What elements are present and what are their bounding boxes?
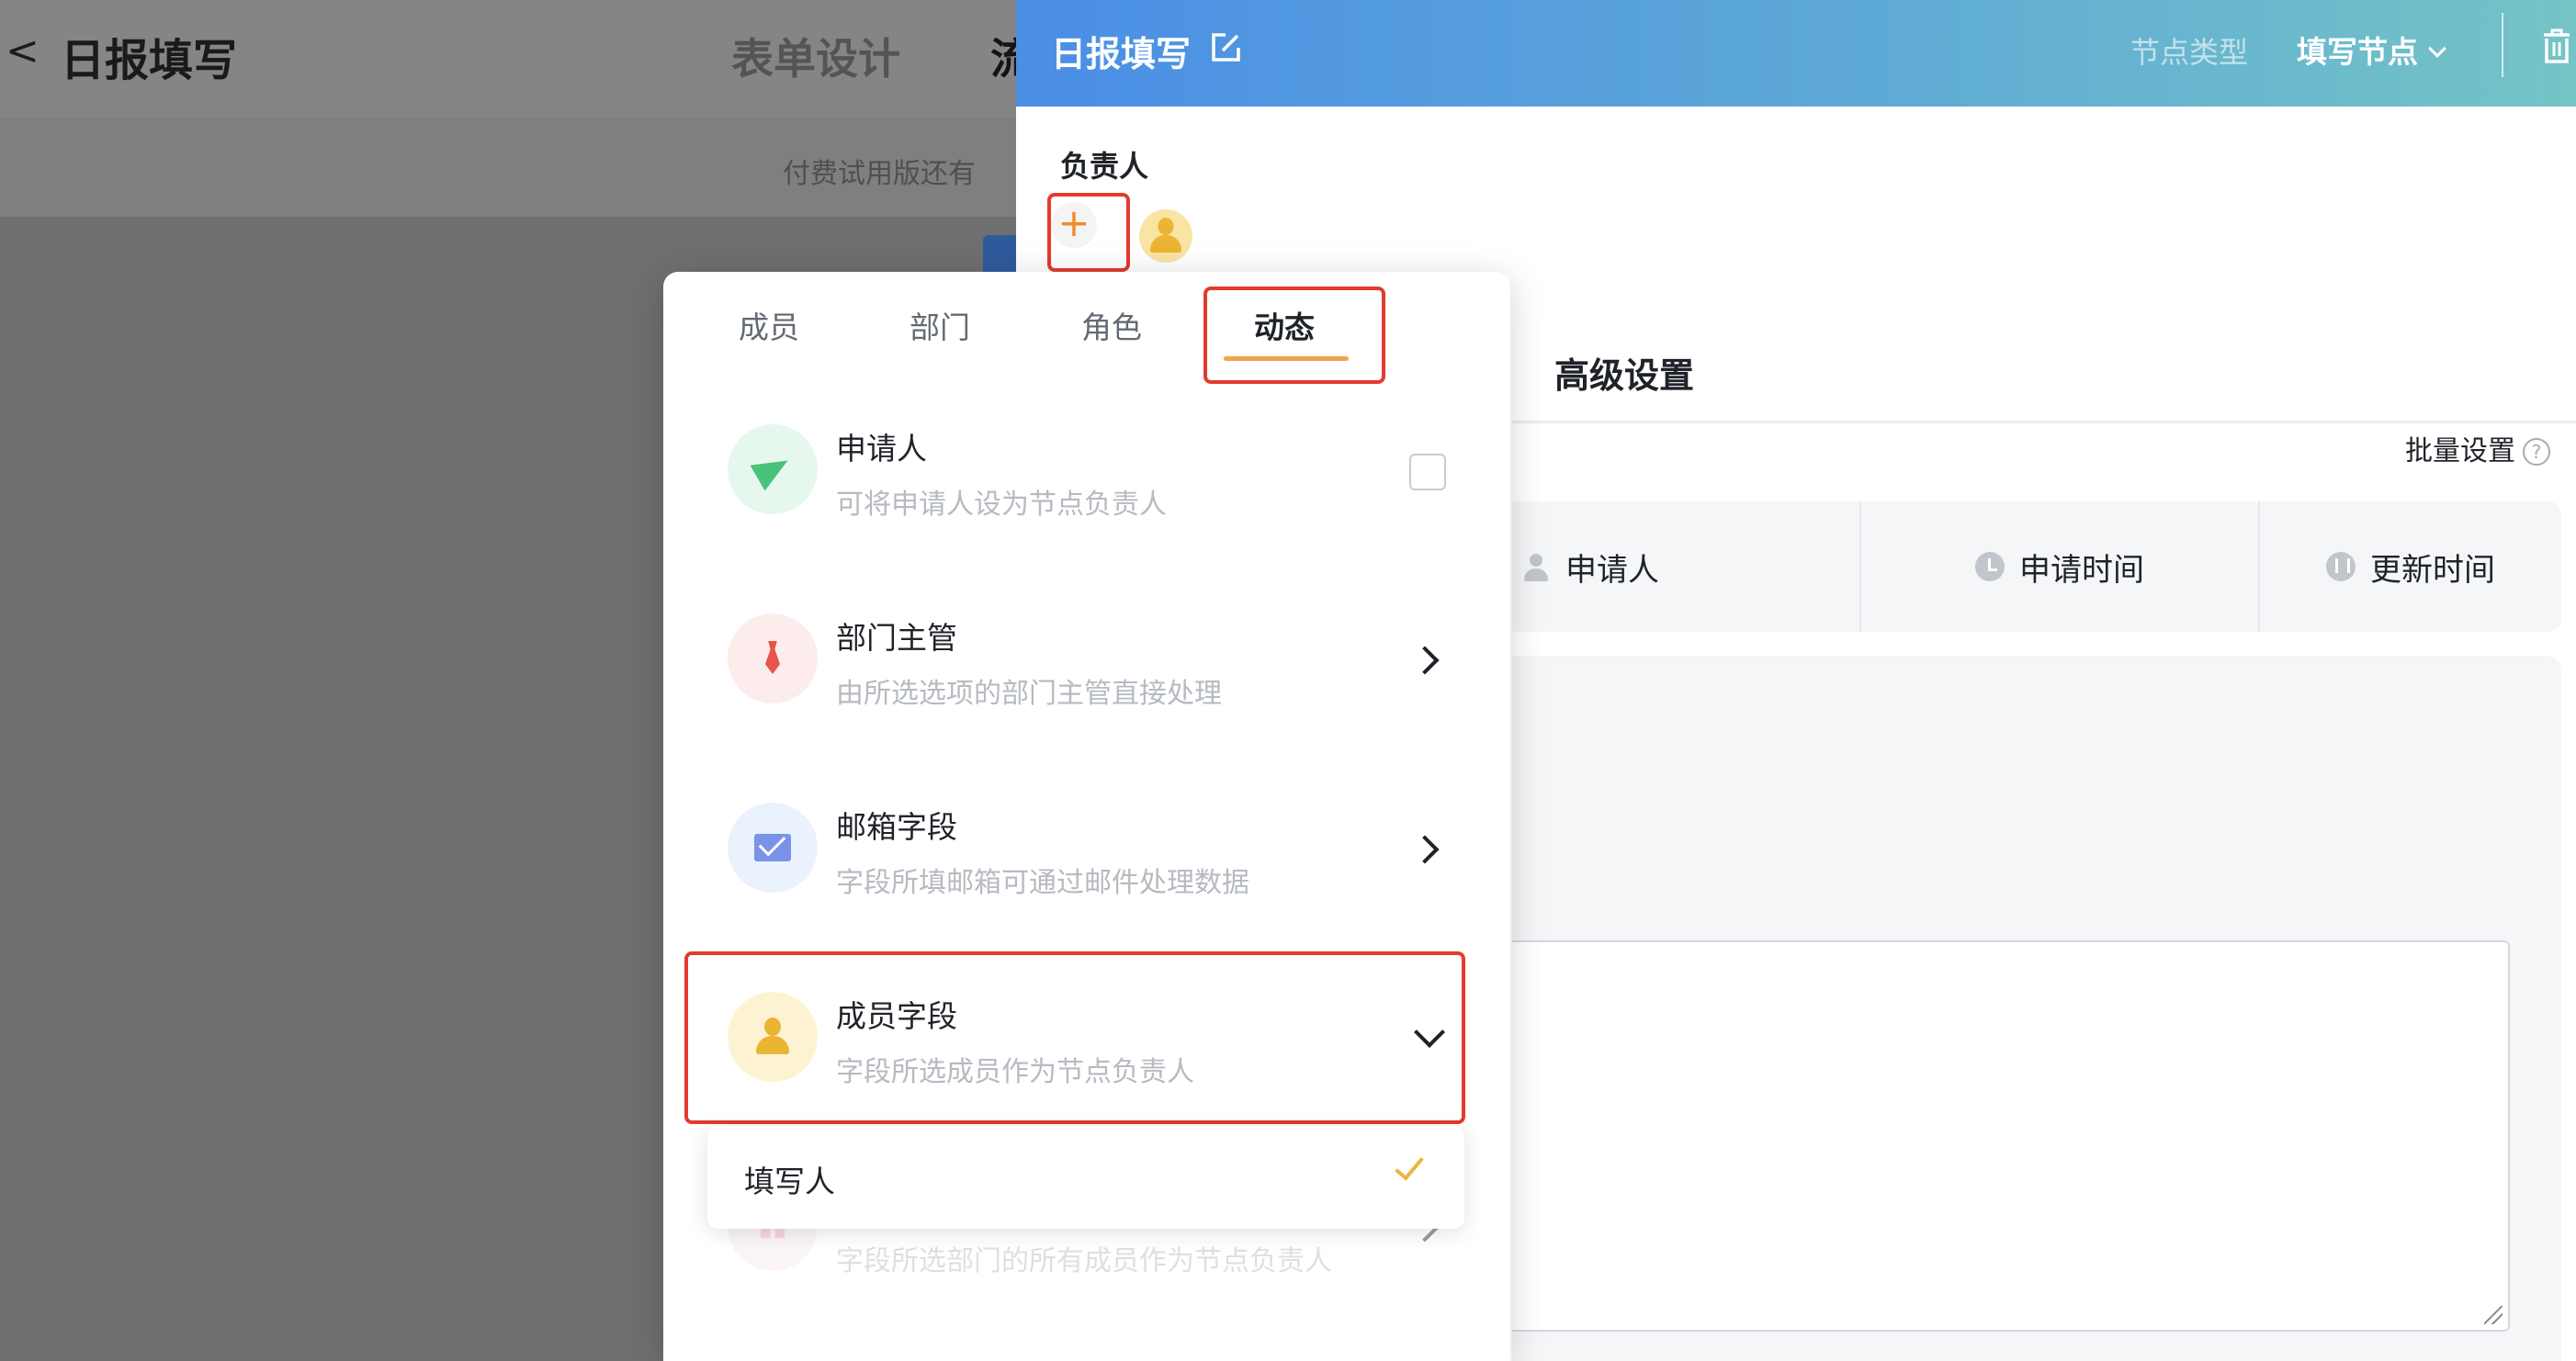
check-icon: [1395, 1150, 1424, 1181]
page-title: 日报填写: [61, 35, 238, 86]
user-icon: [1521, 552, 1551, 581]
option-desc: 可将申请人设为节点负责人: [836, 489, 1167, 521]
tab-advanced-settings[interactable]: 高级设置: [1554, 347, 1694, 398]
system-field-row: 申请人 申请时间 更新时间: [1512, 501, 2561, 632]
node-type-value: 填写节点: [2297, 34, 2418, 70]
resize-handle-icon[interactable]: [2484, 1306, 2503, 1324]
field-applicant[interactable]: 申请人: [1512, 501, 1859, 632]
applicant-checkbox[interactable]: [1409, 454, 1446, 490]
member-field-highlight: [684, 951, 1465, 1124]
header-divider: [2502, 13, 2503, 77]
option-title: 申请人: [836, 431, 927, 467]
drawer-header: 日报填写 节点类型 填写节点: [1016, 0, 2576, 107]
option-department-manager[interactable]: 部门主管 由所选选项的部门主管直接处理: [663, 573, 1510, 757]
field-update-time-label: 更新时间: [2370, 551, 2495, 589]
mail-icon: [728, 803, 818, 893]
dynamic-tab-highlight: [1203, 287, 1385, 384]
owner-avatar[interactable]: [1139, 209, 1192, 263]
field-apply-time-label: 申请时间: [2019, 551, 2144, 589]
tab-role[interactable]: 角色: [1081, 303, 1142, 347]
batch-settings-label: 批量设置: [2405, 435, 2515, 467]
section-divider: [1512, 421, 2576, 423]
option-applicant[interactable]: 申请人 可将申请人设为节点负责人: [663, 384, 1510, 568]
chevron-right-icon: [1410, 835, 1440, 864]
field-apply-time[interactable]: 申请时间: [1859, 501, 2258, 632]
field-update-time[interactable]: 更新时间: [2258, 501, 2561, 632]
tab-department[interactable]: 部门: [910, 303, 970, 347]
tab-member[interactable]: 成员: [739, 303, 799, 347]
chevron-right-icon: [1410, 646, 1440, 675]
trash-icon[interactable]: [2541, 28, 2572, 64]
add-owner-highlight: [1047, 193, 1130, 272]
node-type-select[interactable]: 填写节点: [2297, 28, 2446, 72]
member-field-dropdown: 填写人: [707, 1126, 1464, 1229]
batch-settings-link[interactable]: 批量设置?: [2405, 428, 2550, 468]
edit-icon[interactable]: [1207, 29, 1244, 66]
tie-icon: [728, 613, 818, 703]
option-title: 邮箱字段: [836, 809, 957, 845]
update-icon: [2326, 552, 2356, 581]
description-textarea[interactable]: [1512, 940, 2510, 1332]
drawer-title: 日报填写: [1051, 34, 1192, 74]
owner-label: 负责人: [1060, 149, 1149, 184]
node-type-label: 节点类型: [2130, 35, 2249, 70]
chevron-down-icon: [2428, 39, 2446, 58]
trial-banner-text: 付费试用版还有: [783, 158, 976, 190]
field-applicant-label: 申请人: [1565, 551, 1659, 589]
back-icon[interactable]: <: [6, 28, 40, 74]
clock-icon: [1975, 552, 2005, 581]
help-icon[interactable]: ?: [2523, 438, 2550, 466]
person-icon: [1148, 218, 1183, 254]
option-title: 部门主管: [836, 620, 957, 656]
tab-form-design[interactable]: 表单设计: [731, 26, 900, 86]
option-desc: 由所选选项的部门主管直接处理: [836, 678, 1222, 710]
option-email-field[interactable]: 邮箱字段 字段所填邮箱可通过邮件处理数据: [663, 762, 1510, 946]
option-desc: 字段所选部门的所有成员作为节点负责人: [836, 1245, 1332, 1277]
option-desc: 字段所填邮箱可通过邮件处理数据: [836, 867, 1249, 899]
paper-plane-icon: [728, 424, 818, 514]
dropdown-option-label: 填写人: [744, 1164, 835, 1199]
